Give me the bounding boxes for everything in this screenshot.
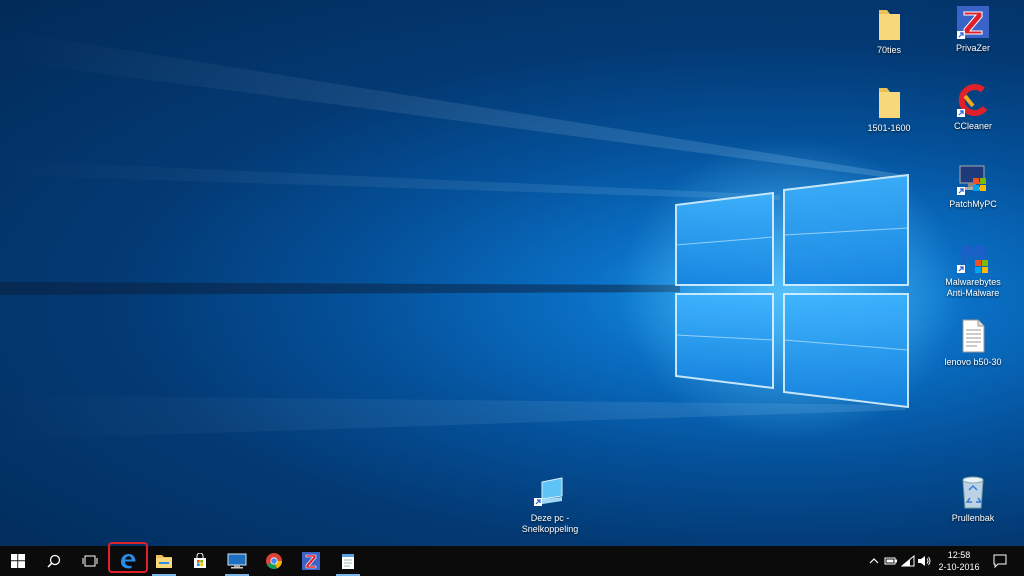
chrome-icon bbox=[266, 553, 282, 569]
icon-label: 1501-1600 bbox=[867, 123, 911, 133]
clock[interactable]: 12:58 2-10-2016 bbox=[930, 546, 988, 576]
volume-icon bbox=[918, 556, 931, 566]
file-explorer-button[interactable] bbox=[146, 546, 182, 576]
monitor-icon bbox=[227, 553, 247, 569]
desktop-icon-privazer[interactable]: PrivaZer bbox=[935, 4, 1011, 54]
desktop-icon-malwarebytes[interactable]: Malwarebytes Anti-Malware bbox=[935, 238, 1011, 299]
clock-time: 12:58 bbox=[947, 550, 971, 560]
start-button[interactable] bbox=[0, 546, 36, 576]
icon-label: 70ties bbox=[876, 45, 902, 55]
icon-label: PrivaZer bbox=[955, 43, 990, 53]
chevron-up-icon bbox=[869, 558, 879, 564]
notification-icon bbox=[993, 554, 1007, 568]
notepad-icon bbox=[342, 554, 354, 569]
folder-icon bbox=[156, 555, 172, 568]
malwarebytes-icon bbox=[955, 238, 991, 274]
desktop-icon-70ties[interactable]: 70ties bbox=[851, 6, 927, 56]
edge-highlight-annotation bbox=[108, 542, 148, 573]
folder-icon bbox=[871, 84, 907, 120]
chrome-button[interactable] bbox=[256, 546, 292, 576]
desktop-icon-ccleaner[interactable]: CCleaner bbox=[935, 82, 1011, 132]
notepad-button[interactable] bbox=[330, 546, 366, 576]
icon-label: Prullenbak bbox=[951, 513, 995, 523]
ccleaner-icon bbox=[955, 82, 991, 118]
task-view-icon bbox=[82, 555, 98, 567]
battery-icon bbox=[884, 557, 897, 565]
taskbar: 12:58 2-10-2016 bbox=[0, 546, 1024, 576]
search-button[interactable] bbox=[36, 546, 72, 576]
icon-label: lenovo b50-30 bbox=[944, 357, 1002, 367]
store-button[interactable] bbox=[182, 546, 218, 576]
desktop-icon-1501-1600[interactable]: 1501-1600 bbox=[851, 84, 927, 134]
desktop[interactable]: 70ties PrivaZer 1501-1600 CCleaner Patch… bbox=[0, 0, 1024, 546]
battery-tray-button[interactable] bbox=[883, 546, 899, 576]
clock-date: 2-10-2016 bbox=[938, 562, 980, 572]
patchmypc-icon bbox=[955, 160, 991, 196]
desktop-icon-prullenbak[interactable]: Prullenbak bbox=[935, 474, 1011, 524]
windows-logo-icon bbox=[11, 554, 25, 568]
monitor-app-button[interactable] bbox=[219, 546, 255, 576]
network-tray-button[interactable] bbox=[900, 546, 916, 576]
folder-icon bbox=[871, 6, 907, 42]
wifi-icon bbox=[901, 555, 915, 567]
this-pc-icon bbox=[532, 474, 568, 510]
desktop-icon-deze-pc[interactable]: Deze pc - Snelkoppeling bbox=[512, 474, 588, 535]
icon-label: CCleaner bbox=[953, 121, 993, 131]
privazer-icon bbox=[302, 552, 320, 570]
desktop-icon-lenovo-b50-30[interactable]: lenovo b50-30 bbox=[935, 318, 1011, 368]
recycle-bin-icon bbox=[955, 474, 991, 510]
show-hidden-icons-button[interactable] bbox=[866, 546, 882, 576]
icon-label: PatchMyPC bbox=[949, 199, 997, 209]
action-center-button[interactable] bbox=[990, 546, 1010, 576]
task-view-button[interactable] bbox=[72, 546, 108, 576]
icon-label: Deze pc - Snelkoppeling bbox=[521, 513, 579, 534]
privazer-icon bbox=[955, 4, 991, 40]
text-document-icon bbox=[955, 318, 991, 354]
wallpaper bbox=[0, 30, 960, 440]
icon-label: Malwarebytes Anti-Malware bbox=[945, 277, 1001, 298]
store-icon bbox=[194, 553, 206, 568]
desktop-icon-patchmypc[interactable]: PatchMyPC bbox=[935, 160, 1011, 210]
search-icon bbox=[47, 554, 61, 568]
privazer-taskbar-button[interactable] bbox=[293, 546, 329, 576]
